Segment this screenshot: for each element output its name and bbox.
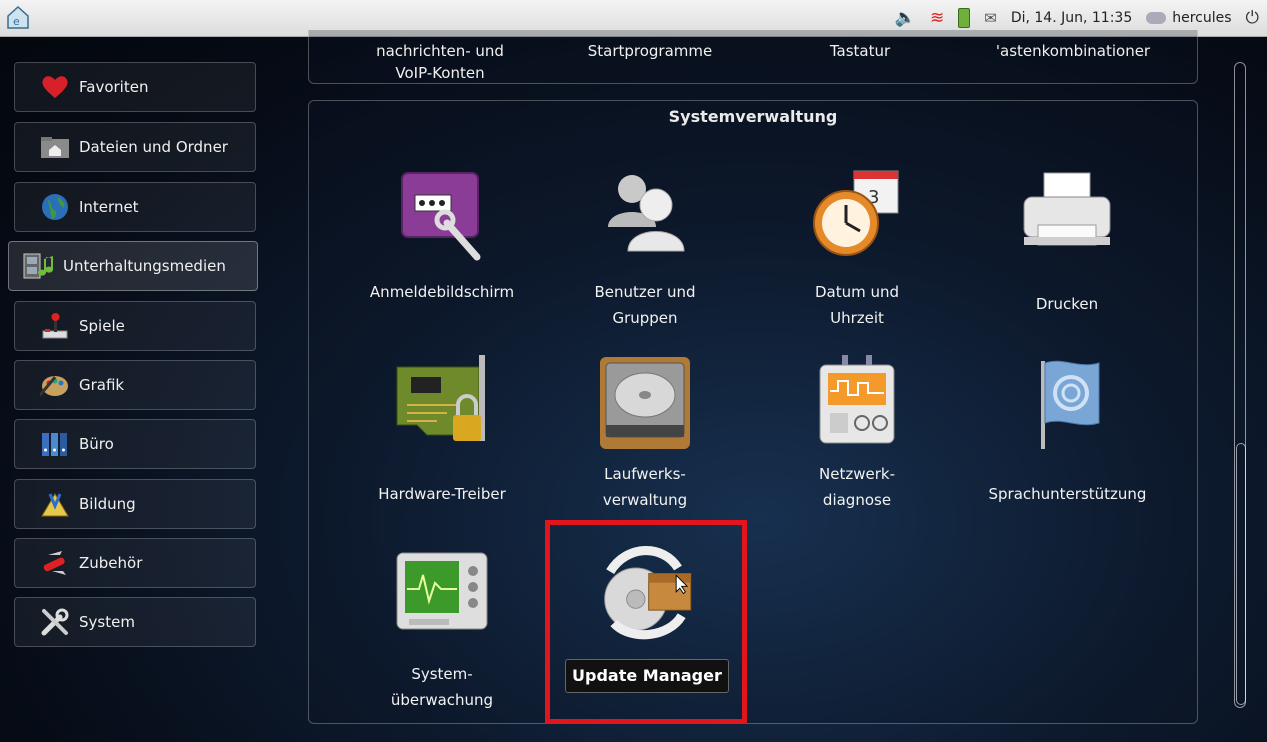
app-datum-und-uhrzeit[interactable]: 3 Datum und Uhrzeit — [772, 165, 942, 331]
joystick-icon — [37, 311, 73, 341]
binders-icon — [37, 429, 73, 459]
app-label: Datum und Uhrzeit — [814, 283, 900, 327]
sidebar-item-zubehoer[interactable]: Zubehör — [14, 538, 256, 588]
users-icon — [590, 165, 700, 265]
compass-icon — [37, 489, 73, 519]
top-item-tastatur[interactable]: Tastatur — [770, 40, 950, 62]
volume-icon[interactable]: 🔈 — [895, 8, 916, 28]
highlight-box — [545, 520, 747, 724]
sidebar-item-label: Büro — [79, 435, 114, 453]
app-label: Anmeldebildschirm — [369, 283, 515, 301]
app-label: Drucken — [1035, 295, 1099, 313]
globe-icon — [37, 192, 73, 222]
sidebar-item-label: Dateien und Ordner — [79, 138, 228, 156]
power-icon[interactable]: ⏻ — [1246, 8, 1259, 28]
app-label: Laufwerks- verwaltung — [602, 465, 688, 509]
top-item-label: nachrichten- und VoIP-Konten — [376, 42, 504, 82]
app-benutzer-und-gruppen[interactable]: Benutzer und Gruppen — [560, 165, 730, 331]
user-menu[interactable]: hercules — [1146, 10, 1232, 26]
scrollbar-thumb[interactable] — [1236, 443, 1246, 705]
app-hardware-treiber[interactable]: Hardware-Treiber — [357, 355, 527, 507]
multimedia-icon — [21, 251, 57, 281]
sidebar-item-spiele[interactable]: Spiele — [14, 301, 256, 351]
sidebar-item-grafik[interactable]: Grafik — [14, 360, 256, 410]
sidebar-item-internet[interactable]: Internet — [14, 182, 256, 232]
app-label: Sprachunterstützung — [988, 485, 1147, 503]
app-label: Netzwerk- diagnose — [819, 465, 895, 509]
sidebar-item-label: Internet — [79, 198, 139, 216]
chat-status-icon — [1146, 12, 1167, 24]
app-drucken[interactable]: Drucken — [982, 165, 1152, 317]
printer-icon — [1012, 165, 1122, 265]
app-sprachunterstuetzung[interactable]: Sprachunterstützung — [975, 355, 1160, 507]
wifi-icon[interactable]: ≋ — [930, 8, 944, 28]
sidebar-item-favoriten[interactable]: Favoriten — [14, 62, 256, 112]
tools-icon — [37, 607, 73, 637]
sidebar-item-label: Grafik — [79, 376, 125, 394]
sidebar-item-buero[interactable]: Büro — [14, 419, 256, 469]
app-anmeldebildschirm[interactable]: Anmeldebildschirm — [357, 165, 527, 305]
battery-icon[interactable] — [958, 8, 971, 28]
app-label: System- überwachung — [390, 665, 494, 709]
sidebar-item-label: Spiele — [79, 317, 125, 335]
folder-home-icon — [37, 132, 73, 162]
scrollbar[interactable] — [1234, 62, 1246, 708]
home-icon[interactable]: e — [6, 4, 30, 30]
section-title: Systemverwaltung — [668, 107, 838, 126]
sidebar-item-system[interactable]: System — [14, 597, 256, 647]
top-item-label: 'astenkombinationer — [995, 42, 1151, 60]
top-item-startprogramme[interactable]: Startprogramme — [560, 40, 740, 62]
sidebar-item-label: System — [79, 613, 135, 631]
hardware-driver-icon — [387, 355, 497, 455]
app-systemueberwachung[interactable]: System- überwachung — [357, 545, 527, 713]
app-laufwerksverwaltung[interactable]: Laufwerks- verwaltung — [560, 355, 730, 513]
svg-text:e: e — [13, 15, 20, 28]
mail-icon[interactable]: ✉ — [984, 8, 997, 28]
app-label: Hardware-Treiber — [378, 485, 506, 503]
network-diagnostics-icon — [802, 355, 912, 455]
top-item-label: Startprogramme — [587, 42, 713, 60]
top-item-tastenkombinationen[interactable]: 'astenkombinationer — [968, 40, 1178, 62]
sidebar-item-label: Favoriten — [79, 78, 149, 96]
datetime[interactable]: Di, 14. Jun, 11:35 — [1011, 10, 1132, 26]
system-monitor-icon — [387, 545, 497, 645]
sidebar-item-unterhaltungsmedien[interactable]: Unterhaltungsmedien — [8, 241, 258, 291]
app-netzwerkdiagnose[interactable]: Netzwerk- diagnose — [772, 355, 942, 513]
tooltip-update-manager: Update Manager — [565, 659, 729, 693]
login-screen-icon — [387, 165, 497, 265]
swiss-knife-icon — [37, 548, 73, 578]
clock-calendar-icon: 3 — [802, 165, 912, 265]
sidebar-item-label: Zubehör — [79, 554, 143, 572]
palette-icon — [37, 370, 73, 400]
top-item-messaging[interactable]: nachrichten- und VoIP-Konten — [350, 40, 530, 84]
app-label: Benutzer und Gruppen — [594, 283, 696, 327]
top-item-label: Tastatur — [829, 42, 891, 60]
sidebar-item-dateien[interactable]: Dateien und Ordner — [14, 122, 256, 172]
sidebar-item-label: Bildung — [79, 495, 136, 513]
language-flag-icon — [1013, 355, 1123, 455]
sidebar-item-label: Unterhaltungsmedien — [63, 257, 226, 275]
heart-icon — [37, 72, 73, 102]
username: hercules — [1172, 10, 1232, 26]
sidebar-item-bildung[interactable]: Bildung — [14, 479, 256, 529]
hard-disk-icon — [590, 355, 700, 455]
